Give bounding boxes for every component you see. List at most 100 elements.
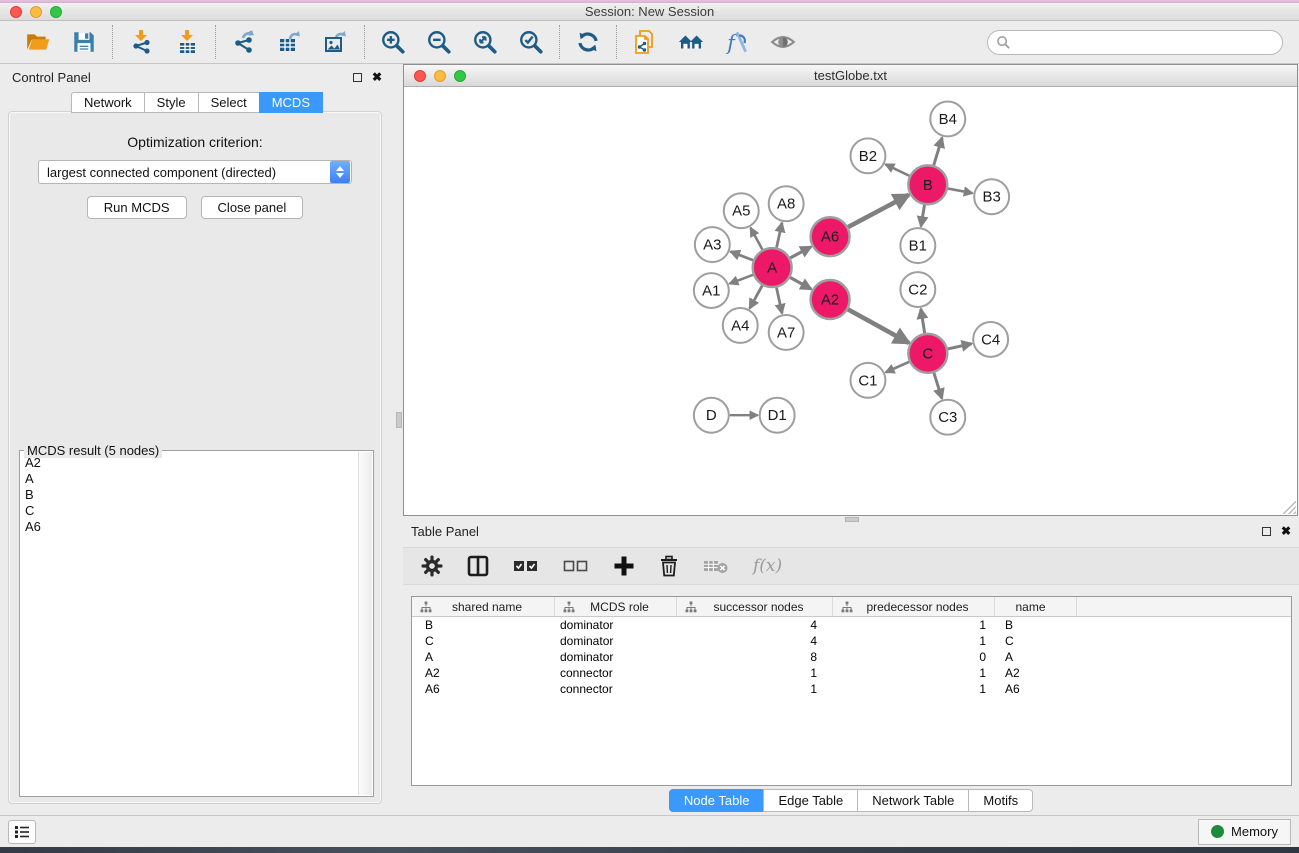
mcds-result-list[interactable]: A2ABCA6	[21, 455, 357, 795]
import-network-icon[interactable]	[127, 28, 155, 56]
table-cell[interactable]: A6	[412, 682, 555, 696]
delete-column-icon[interactable]	[659, 555, 679, 577]
tab-network[interactable]: Network	[71, 92, 145, 113]
select-all-rows-icon[interactable]	[513, 558, 539, 574]
search-input[interactable]	[987, 30, 1283, 55]
graph-node-B[interactable]: B	[908, 165, 947, 204]
graph-edge-C-C1[interactable]	[886, 362, 909, 373]
table-row[interactable]: Adominator80A	[412, 649, 1291, 665]
mcds-list-scrollbar[interactable]	[358, 452, 372, 795]
graph-node-D[interactable]: D	[694, 398, 729, 433]
export-table-icon[interactable]	[276, 28, 304, 56]
graph-node-A4[interactable]: A4	[723, 308, 758, 343]
table-cell[interactable]: A2	[995, 666, 1077, 680]
export-image-icon[interactable]	[322, 28, 350, 56]
import-table-icon[interactable]	[173, 28, 201, 56]
table-cell[interactable]: 1	[833, 666, 995, 680]
function-builder-icon[interactable]: f(x)	[753, 556, 782, 576]
mcds-result-item[interactable]: C	[25, 503, 357, 519]
network-canvas[interactable]: B4B2BB3A8A5A6A3B1AA1C2A2A4A7C4CC1C3DD1	[404, 87, 1297, 515]
close-table-panel-icon[interactable]: ✖	[1281, 525, 1291, 537]
graph-node-A2[interactable]: A2	[811, 280, 850, 319]
float-panel-icon[interactable]	[353, 73, 362, 82]
table-cell[interactable]: connector	[555, 682, 677, 696]
table-cell[interactable]: 8	[677, 650, 833, 664]
graph-edge-C-C4[interactable]	[948, 344, 972, 349]
column-header-predecessor-nodes[interactable]: predecessor nodes	[833, 597, 995, 616]
deselect-all-rows-icon[interactable]	[563, 558, 589, 574]
table-row[interactable]: A6connector11A6	[412, 681, 1291, 697]
zoom-in-icon[interactable]	[379, 28, 407, 56]
float-table-panel-icon[interactable]	[1262, 527, 1271, 536]
graph-edge-C-C3[interactable]	[934, 373, 942, 399]
graph-edge-B-B1[interactable]	[921, 205, 925, 226]
graph-node-C4[interactable]: C4	[973, 322, 1008, 357]
close-network-button[interactable]	[414, 70, 426, 82]
table-cell[interactable]: 1	[833, 682, 995, 696]
table-cell[interactable]: B	[995, 618, 1077, 632]
graph-node-C2[interactable]: C2	[900, 272, 935, 307]
graph-edge-A-A7[interactable]	[776, 288, 782, 314]
graph-node-A8[interactable]: A8	[769, 186, 804, 221]
table-cell[interactable]: 1	[833, 618, 995, 632]
refresh-icon[interactable]	[574, 28, 602, 56]
close-window-button[interactable]	[10, 6, 22, 18]
network-graph[interactable]: B4B2BB3A8A5A6A3B1AA1C2A2A4A7C4CC1C3DD1	[404, 87, 1297, 515]
graph-node-C[interactable]: C	[908, 334, 947, 373]
splitpane-handle-left[interactable]	[396, 412, 402, 428]
graph-node-B2[interactable]: B2	[851, 138, 886, 173]
settings-gear-icon[interactable]	[421, 555, 443, 577]
table-cell[interactable]: dominator	[555, 634, 677, 648]
table-row[interactable]: Cdominator41C	[412, 633, 1291, 649]
close-panel-icon[interactable]: ✖	[372, 71, 382, 83]
criterion-select[interactable]: largest connected component (directed)	[38, 160, 352, 184]
mcds-result-item[interactable]: B	[25, 487, 357, 503]
zoom-fit-icon[interactable]	[471, 28, 499, 56]
graph-node-A5[interactable]: A5	[724, 193, 759, 228]
table-cell[interactable]: dominator	[555, 618, 677, 632]
table-cell[interactable]: C	[412, 634, 555, 648]
export-network-icon[interactable]	[230, 28, 258, 56]
mcds-result-item[interactable]: A	[25, 471, 357, 487]
graph-edge-A-A2[interactable]	[790, 277, 811, 289]
graph-edge-B-B2[interactable]	[885, 164, 909, 176]
graph-edge-A2-C[interactable]	[848, 309, 909, 343]
tab-node-table[interactable]: Node Table	[669, 789, 765, 812]
graph-edge-A-A8[interactable]	[777, 223, 782, 248]
add-column-icon[interactable]	[613, 555, 635, 577]
home-layout-icon[interactable]	[677, 28, 705, 56]
graph-node-B1[interactable]: B1	[900, 228, 935, 263]
task-history-button[interactable]	[8, 820, 36, 844]
mcds-result-item[interactable]: A6	[25, 519, 357, 535]
graph-node-C1[interactable]: C1	[851, 363, 886, 398]
graph-node-A7[interactable]: A7	[769, 315, 804, 350]
table-cell[interactable]: 1	[677, 666, 833, 680]
network-window-titlebar[interactable]: testGlobe.txt	[404, 65, 1297, 87]
mcds-result-item[interactable]: A2	[25, 455, 357, 471]
table-cell[interactable]: A	[995, 650, 1077, 664]
tab-select[interactable]: Select	[198, 92, 260, 113]
destroy-table-icon[interactable]	[703, 557, 729, 575]
table-cell[interactable]: A	[412, 650, 555, 664]
graph-edge-A-A5[interactable]	[751, 228, 763, 250]
window-resize-grip[interactable]	[1283, 501, 1296, 514]
minimize-network-button[interactable]	[434, 70, 446, 82]
graph-node-A1[interactable]: A1	[694, 273, 729, 308]
table-cell[interactable]: A6	[995, 682, 1077, 696]
tab-edge-table[interactable]: Edge Table	[763, 789, 858, 812]
table-cell[interactable]: dominator	[555, 650, 677, 664]
close-panel-button[interactable]: Close panel	[201, 196, 304, 219]
tab-mcds[interactable]: MCDS	[259, 92, 323, 113]
table-cell[interactable]: 1	[833, 634, 995, 648]
column-header-shared-name[interactable]: shared name	[412, 597, 555, 616]
zoom-window-button[interactable]	[50, 6, 62, 18]
graph-edge-A6-B[interactable]	[848, 195, 909, 227]
table-cell[interactable]: 4	[677, 634, 833, 648]
table-cell[interactable]: C	[995, 634, 1077, 648]
save-session-icon[interactable]	[70, 28, 98, 56]
table-cell[interactable]: 0	[833, 650, 995, 664]
graph-node-C3[interactable]: C3	[930, 400, 965, 435]
column-header-successor-nodes[interactable]: successor nodes	[677, 597, 833, 616]
graph-node-B3[interactable]: B3	[974, 179, 1009, 214]
hide-function-icon[interactable]: f	[723, 28, 751, 56]
